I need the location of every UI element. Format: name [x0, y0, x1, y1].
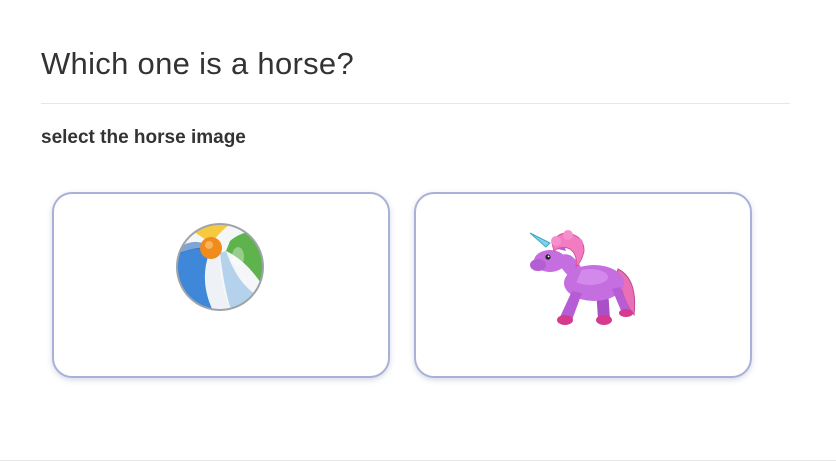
page-title: Which one is a horse? — [41, 46, 355, 81]
unicorn-horse-icon — [529, 230, 636, 325]
title-divider — [41, 103, 790, 104]
beach-ball-icon — [176, 223, 264, 311]
instruction-text: select the horse image — [41, 127, 246, 148]
option-card-horse[interactable] — [414, 192, 752, 378]
footer-divider — [0, 460, 836, 461]
option-card-ball[interactable] — [52, 192, 390, 378]
